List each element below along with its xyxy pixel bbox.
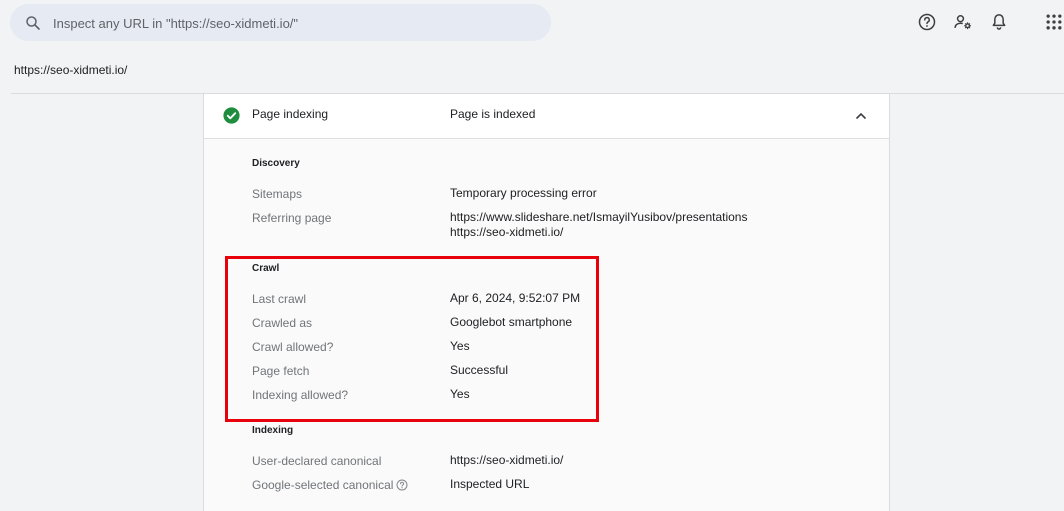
sitemaps-value: Temporary processing error xyxy=(450,186,597,200)
sitemaps-label: Sitemaps xyxy=(252,187,303,201)
search-input[interactable] xyxy=(53,12,533,34)
referring-page-value-2[interactable]: https://seo-xidmeti.io/ xyxy=(450,225,563,240)
search-icon xyxy=(26,16,40,30)
url-inspection-search[interactable] xyxy=(10,4,551,41)
user-declared-canonical-label: User-declared canonical xyxy=(252,454,382,468)
page-indexing-label: Page indexing xyxy=(252,107,329,121)
google-selected-canonical-label: Google-selected canonical xyxy=(252,478,394,492)
help-circle-icon[interactable] xyxy=(396,479,408,491)
inspected-url: https://seo-xidmeti.io/ xyxy=(14,63,128,77)
referring-page-value-1[interactable]: https://www.slideshare.net/IsmayilYusibo… xyxy=(450,210,747,225)
apps-grid-icon[interactable] xyxy=(1044,12,1064,32)
check-circle-icon xyxy=(223,107,240,124)
chevron-up-icon[interactable] xyxy=(853,108,869,124)
referring-page-label: Referring page xyxy=(252,211,332,225)
user-declared-canonical-value[interactable]: https://seo-xidmeti.io/ xyxy=(450,453,563,468)
top-bar xyxy=(0,0,1064,46)
page-indexing-header[interactable]: Page indexing Page is indexed xyxy=(204,94,889,139)
google-selected-canonical-row-label: Google-selected canonical xyxy=(252,478,408,492)
manage-users-icon[interactable] xyxy=(953,12,973,32)
crawl-highlight-annotation xyxy=(225,256,599,422)
notifications-icon[interactable] xyxy=(989,12,1009,32)
page-indexing-status: Page is indexed xyxy=(450,107,536,121)
google-selected-canonical-value: Inspected URL xyxy=(450,477,530,491)
discovery-section-title: Discovery xyxy=(252,158,300,169)
help-icon[interactable] xyxy=(917,12,937,32)
indexing-section-title: Indexing xyxy=(252,425,294,436)
